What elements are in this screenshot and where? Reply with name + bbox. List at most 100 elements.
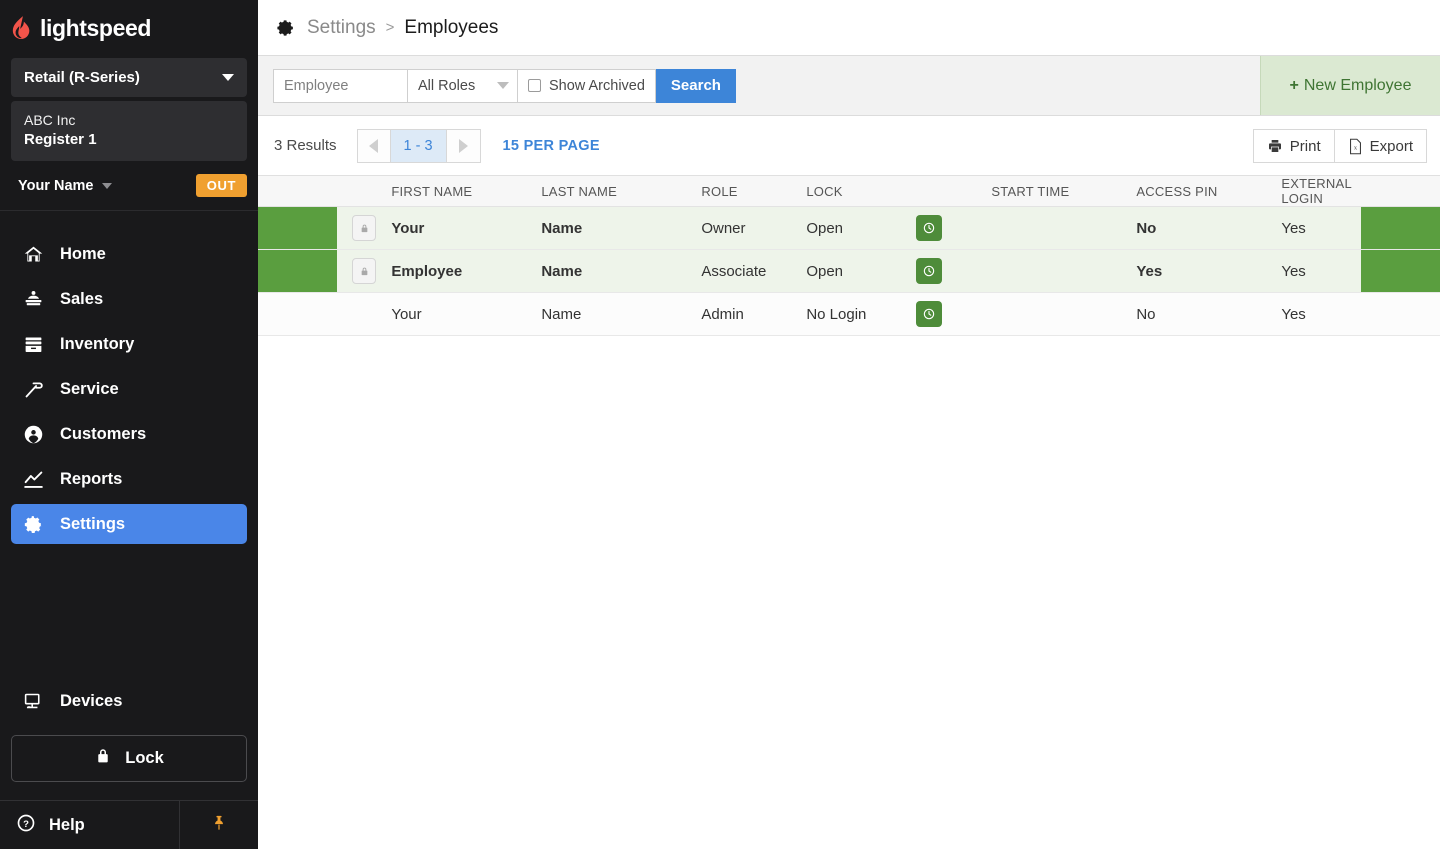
user-name: Your Name [18, 178, 93, 194]
cell-first-name: Employee [391, 250, 541, 293]
cell-start-time [991, 250, 1136, 293]
home-icon [22, 243, 44, 265]
row-marker [258, 293, 337, 336]
row-lock-cell[interactable] [337, 250, 391, 293]
help-label: Help [49, 816, 85, 835]
row-lock-cell [337, 293, 391, 336]
cell-clock-action[interactable] [916, 293, 991, 336]
brand-name: lightspeed [40, 15, 151, 42]
row-end-marker [1361, 293, 1440, 336]
cell-first-name: Your [391, 207, 541, 250]
help-button[interactable]: ? Help [0, 801, 180, 849]
filter-toolbar: All Roles Show Archived Search + New Emp… [258, 56, 1440, 116]
cell-clock-action[interactable] [916, 250, 991, 293]
column-header-last-name[interactable]: LAST NAME [541, 176, 701, 207]
next-page-button[interactable] [447, 129, 481, 163]
cell-first-name: Your [391, 293, 541, 336]
export-label: Export [1370, 138, 1413, 155]
column-header-external-login[interactable]: EXTERNAL LOGIN [1281, 176, 1360, 207]
show-archived-label: Show Archived [549, 78, 645, 94]
row-marker [258, 207, 337, 250]
cell-start-time [991, 293, 1136, 336]
search-button[interactable]: Search [656, 69, 736, 103]
cell-role: Associate [701, 250, 806, 293]
service-hammer-icon [22, 378, 44, 400]
sidebar-item-customers[interactable]: Customers [11, 414, 247, 454]
sidebar-item-label: Home [60, 245, 106, 264]
page-title: Employees [404, 17, 498, 39]
sidebar-item-home[interactable]: Home [11, 234, 247, 274]
plus-icon: + [1290, 77, 1299, 95]
cell-access-pin: Yes [1136, 250, 1281, 293]
sales-icon [22, 288, 44, 310]
sidebar-item-devices[interactable]: Devices [11, 681, 247, 721]
cell-last-name: Name [541, 207, 701, 250]
prev-page-button[interactable] [357, 129, 391, 163]
user-row[interactable]: Your Name OUT [0, 161, 258, 211]
lock-icon [352, 258, 376, 284]
svg-text:x: x [1354, 144, 1358, 151]
cell-external-login: Yes [1281, 207, 1360, 250]
column-header-start-time[interactable]: START TIME [991, 176, 1136, 207]
sidebar-nav: Home Sales Inventory Service [0, 211, 258, 549]
export-spreadsheet-icon: x [1348, 138, 1363, 155]
search-button-label: Search [671, 77, 721, 94]
cell-clock-action[interactable] [916, 207, 991, 250]
role-select[interactable]: All Roles [408, 69, 518, 103]
show-archived-checkbox[interactable]: Show Archived [518, 69, 656, 103]
pagination-bar: 3 Results 1 - 3 15 PER PAGE Print [258, 116, 1440, 176]
table-row[interactable]: Your Name Owner Open No Yes [258, 207, 1440, 250]
printer-icon [1267, 138, 1283, 154]
breadcrumb: Settings > Employees [258, 0, 1440, 56]
clock-icon [916, 301, 942, 327]
table-actions: Print x Export [1253, 129, 1427, 163]
breadcrumb-parent[interactable]: Settings [307, 17, 376, 39]
new-employee-button[interactable]: + New Employee [1260, 56, 1440, 115]
sidebar-item-reports[interactable]: Reports [11, 459, 247, 499]
cell-access-pin: No [1136, 207, 1281, 250]
lock-button[interactable]: Lock [11, 735, 247, 782]
cell-lock: Open [806, 207, 916, 250]
pin-sidebar-button[interactable] [180, 801, 258, 849]
table-row[interactable]: Your Name Admin No Login No Yes [258, 293, 1440, 336]
row-end-marker [1361, 207, 1440, 250]
sidebar-item-settings[interactable]: Settings [11, 504, 247, 544]
clock-status-badge[interactable]: OUT [196, 174, 247, 197]
row-marker [258, 250, 337, 293]
row-marker-header [258, 176, 337, 207]
brand-logo[interactable]: lightspeed [0, 0, 258, 56]
cell-external-login: Yes [1281, 293, 1360, 336]
inventory-icon [22, 333, 44, 355]
column-header-role[interactable]: ROLE [701, 176, 806, 207]
chevron-down-icon [497, 82, 509, 89]
clock-icon [916, 258, 942, 284]
lock-icon [352, 215, 376, 241]
column-header-first-name[interactable]: FIRST NAME [391, 176, 541, 207]
print-button[interactable]: Print [1253, 129, 1335, 163]
column-header-lock[interactable]: LOCK [806, 176, 916, 207]
employee-search-input[interactable] [273, 69, 408, 103]
pushpin-icon [210, 812, 228, 839]
svg-text:?: ? [23, 818, 29, 829]
lock-icon [94, 746, 112, 771]
print-label: Print [1290, 138, 1321, 155]
row-end-marker [1361, 250, 1440, 293]
per-page-selector[interactable]: 15 PER PAGE [503, 138, 600, 154]
customers-icon [22, 423, 44, 445]
table-row[interactable]: Employee Name Associate Open Yes Yes [258, 250, 1440, 293]
sidebar-item-label: Devices [60, 692, 122, 711]
column-header-access-pin[interactable]: ACCESS PIN [1136, 176, 1281, 207]
sidebar-item-inventory[interactable]: Inventory [11, 324, 247, 364]
gear-icon [276, 18, 296, 38]
breadcrumb-separator: > [386, 19, 395, 36]
sidebar-item-service[interactable]: Service [11, 369, 247, 409]
register-info: ABC Inc Register 1 [11, 101, 247, 161]
sidebar-item-sales[interactable]: Sales [11, 279, 247, 319]
lock-button-label: Lock [125, 749, 164, 768]
export-button[interactable]: x Export [1335, 129, 1427, 163]
role-select-value: All Roles [418, 78, 475, 94]
sidebar-item-label: Sales [60, 290, 103, 309]
row-lock-cell[interactable] [337, 207, 391, 250]
checkbox-box [528, 79, 541, 92]
shop-selector[interactable]: Retail (R-Series) [11, 58, 247, 97]
